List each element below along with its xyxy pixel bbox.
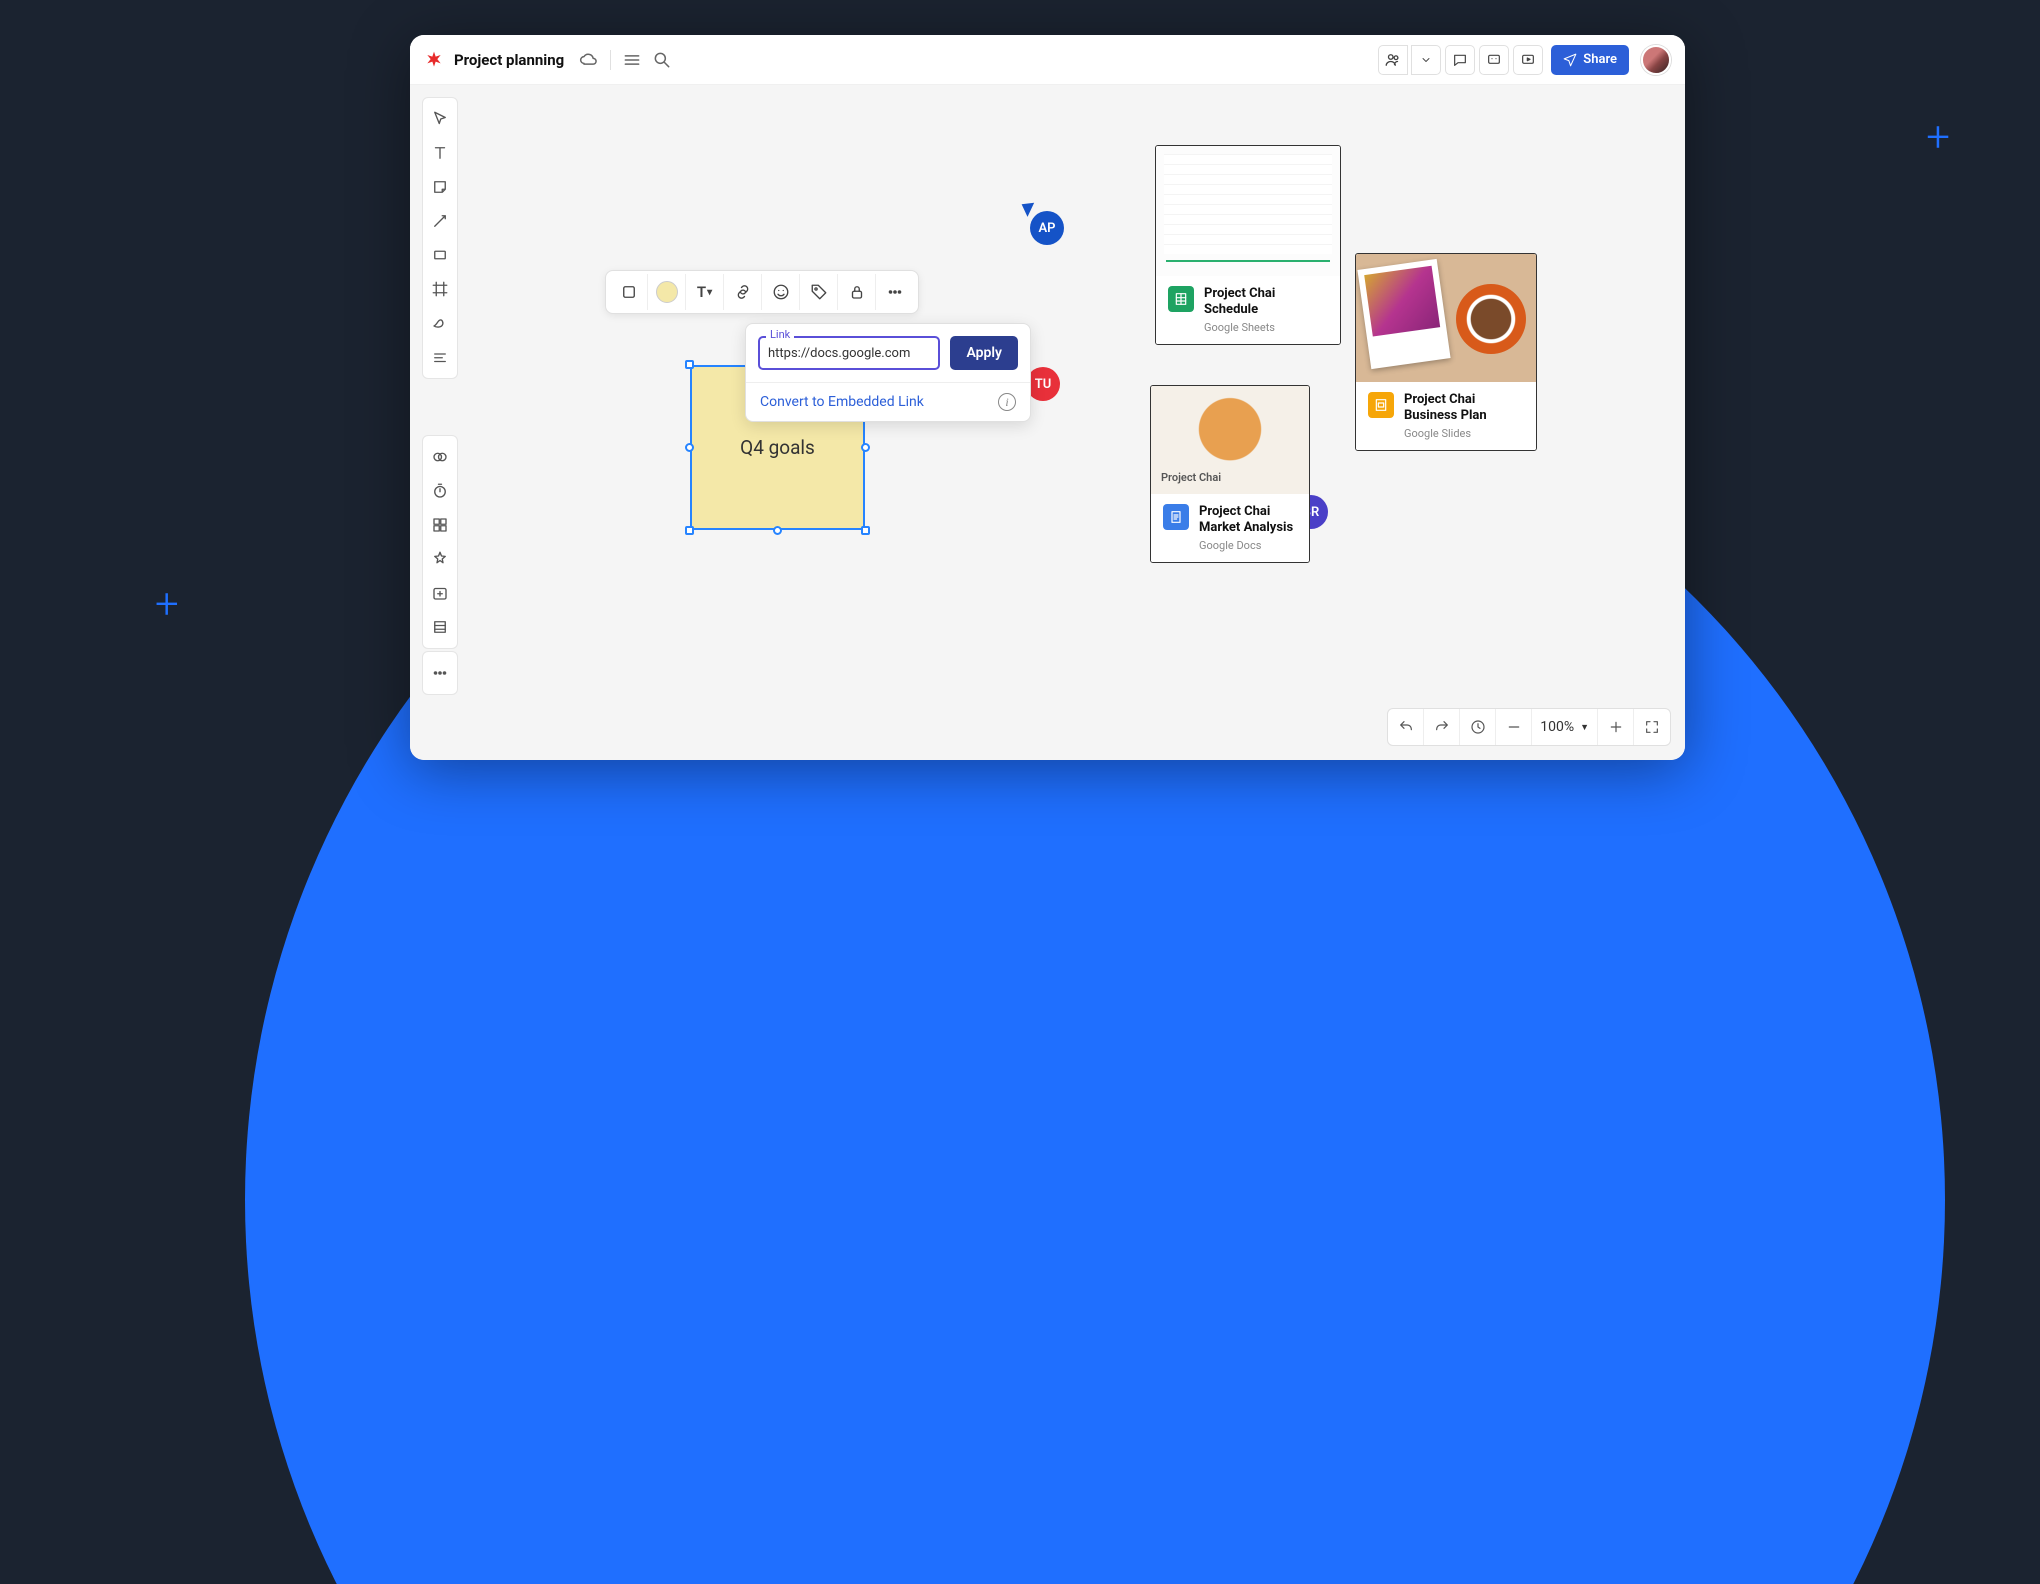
redo-button[interactable] — [1424, 709, 1460, 745]
more-button[interactable] — [876, 274, 914, 310]
lock-button[interactable] — [838, 274, 876, 310]
card-title: Project Chai Schedule — [1204, 286, 1328, 319]
card-source: Google Docs — [1199, 539, 1297, 552]
present-button[interactable] — [1513, 45, 1543, 75]
fullscreen-button[interactable] — [1634, 709, 1670, 745]
emoji-button[interactable] — [762, 274, 800, 310]
divider — [610, 50, 611, 70]
link-field-label: Link — [766, 328, 794, 341]
import-tool[interactable] — [423, 576, 457, 610]
sticky-tool[interactable] — [423, 170, 457, 204]
tools-toolbar — [422, 97, 458, 379]
cloud-sync-icon[interactable] — [579, 50, 599, 70]
collaborators-button[interactable] — [1378, 45, 1408, 75]
sheets-icon — [1168, 286, 1194, 312]
embed-card-docs[interactable]: Project Chai Market Analysis Google Docs — [1150, 385, 1310, 563]
diagram-tool[interactable] — [423, 440, 457, 474]
link-popover: Link Apply Convert to Embedded Link i — [745, 323, 1031, 422]
slides-icon — [1368, 392, 1394, 418]
text-size-button[interactable]: T▾ — [686, 274, 724, 310]
collaborators-dropdown[interactable] — [1411, 45, 1441, 75]
pen-tool[interactable] — [423, 306, 457, 340]
card-title: Project Chai Market Analysis — [1199, 504, 1297, 537]
zoom-level[interactable]: 100%▼ — [1532, 709, 1598, 745]
resize-handle[interactable] — [685, 526, 694, 535]
context-toolbar: T▾ — [605, 270, 919, 314]
card-source: Google Slides — [1404, 427, 1524, 440]
embed-card-sheets[interactable]: Project Chai Schedule Google Sheets — [1155, 145, 1341, 345]
shape-button[interactable] — [610, 274, 648, 310]
timer-tool[interactable] — [423, 474, 457, 508]
zoom-in-button[interactable] — [1598, 709, 1634, 745]
hamburger-menu-icon[interactable] — [622, 50, 642, 70]
more-tools[interactable] — [423, 656, 457, 690]
reactions-button[interactable] — [1479, 45, 1509, 75]
resize-handle[interactable] — [685, 443, 694, 452]
card-preview — [1151, 386, 1309, 494]
fill-color-button[interactable] — [648, 274, 686, 310]
link-input[interactable] — [758, 336, 940, 370]
extras-toolbar — [422, 435, 458, 649]
card-title: Project Chai Business Plan — [1404, 392, 1524, 425]
tag-button[interactable] — [800, 274, 838, 310]
embed-card-slides[interactable]: Project Chai Business Plan Google Slides — [1355, 253, 1537, 451]
connector-tool[interactable] — [423, 340, 457, 374]
document-title[interactable]: Project planning — [454, 51, 564, 69]
resize-handle[interactable] — [773, 526, 782, 535]
share-button[interactable]: Share — [1551, 45, 1629, 75]
resize-handle[interactable] — [861, 443, 870, 452]
info-icon[interactable]: i — [998, 393, 1016, 411]
resize-handle[interactable] — [861, 526, 870, 535]
zoom-out-button[interactable] — [1496, 709, 1532, 745]
user-avatar[interactable] — [1641, 45, 1671, 75]
grid-tool[interactable] — [423, 508, 457, 542]
decoration-plus-icon: + — [155, 580, 179, 629]
text-tool[interactable] — [423, 136, 457, 170]
card-source: Google Sheets — [1204, 321, 1328, 334]
app-window: Project planning Share Q4 goals — [410, 35, 1685, 760]
line-tool[interactable] — [423, 204, 457, 238]
share-label: Share — [1583, 52, 1617, 67]
undo-button[interactable] — [1388, 709, 1424, 745]
voting-tool[interactable] — [423, 542, 457, 576]
sticky-text: Q4 goals — [740, 436, 815, 459]
card-preview — [1156, 146, 1340, 276]
table-tool[interactable] — [423, 610, 457, 644]
select-tool[interactable] — [423, 102, 457, 136]
resize-handle[interactable] — [685, 360, 694, 369]
canvas[interactable]: Q4 goals T▾ Link — [410, 85, 1685, 760]
decoration-plus-icon: + — [1926, 113, 1950, 162]
collaborator-cursor-ap: AP — [1024, 201, 1036, 215]
shape-tool[interactable] — [423, 238, 457, 272]
link-button[interactable] — [724, 274, 762, 310]
convert-link[interactable]: Convert to Embedded Link — [760, 394, 924, 410]
more-toolbar — [422, 651, 458, 695]
header: Project planning Share — [410, 35, 1685, 85]
search-icon[interactable] — [652, 50, 672, 70]
frame-tool[interactable] — [423, 272, 457, 306]
navigator-button[interactable] — [1460, 709, 1496, 745]
logo-icon — [424, 50, 444, 70]
card-preview — [1356, 254, 1536, 382]
docs-icon — [1163, 504, 1189, 530]
apply-button[interactable]: Apply — [950, 336, 1018, 370]
chat-button[interactable] — [1445, 45, 1475, 75]
zoom-toolbar: 100%▼ — [1387, 708, 1671, 746]
